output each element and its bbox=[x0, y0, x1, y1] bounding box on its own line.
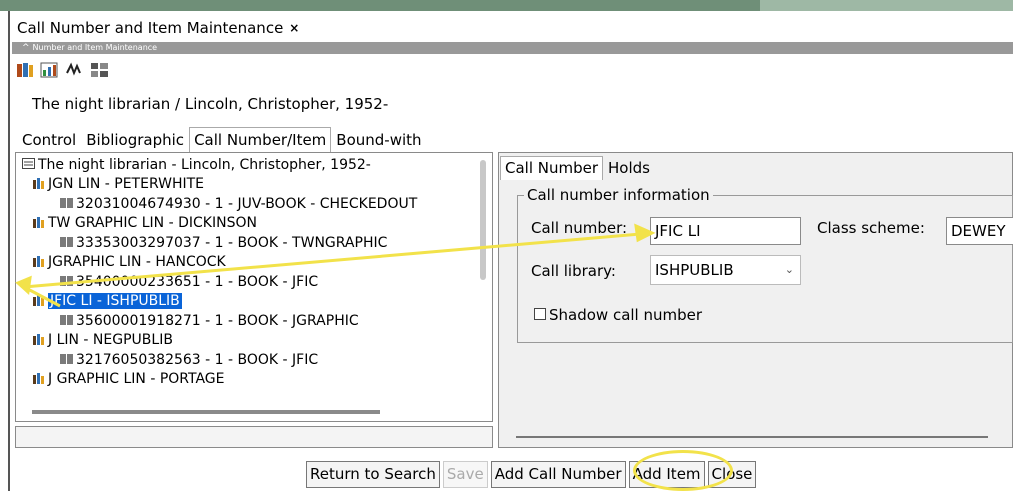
tab-call-number[interactable]: Call Number bbox=[500, 156, 604, 180]
top-strip bbox=[0, 0, 1013, 11]
document-tab-title: Call Number and Item Maintenance bbox=[17, 19, 284, 37]
books-icon bbox=[32, 332, 46, 345]
shadow-call-number[interactable]: Shadow call number bbox=[534, 306, 702, 324]
toolbar bbox=[14, 60, 111, 82]
detail-tab-bar: Call Number Holds bbox=[500, 156, 655, 180]
shadow-label: Shadow call number bbox=[549, 306, 703, 324]
item-node[interactable]: 35400000233651 - 1 - BOOK - JFIC bbox=[60, 273, 318, 292]
tab-control[interactable]: Control bbox=[17, 127, 81, 152]
books-icon bbox=[32, 254, 46, 267]
tree-footer bbox=[15, 426, 493, 448]
tab-bibliographic[interactable]: Bibliographic bbox=[81, 127, 189, 152]
save-button[interactable]: Save bbox=[442, 461, 488, 488]
book-icon[interactable] bbox=[14, 60, 36, 80]
item-node[interactable]: 35600001918271 - 1 - BOOK - JGRAPHIC bbox=[60, 312, 359, 331]
tree-vertical-scrollbar[interactable] bbox=[480, 160, 486, 280]
books-icon bbox=[32, 371, 46, 384]
shadow-checkbox[interactable] bbox=[534, 308, 546, 320]
item-node[interactable]: 33353003297037 - 1 - BOOK - TWNGRAPHIC bbox=[60, 234, 387, 253]
tab-holds[interactable]: Holds bbox=[603, 156, 655, 180]
call-number-label: Call number: bbox=[531, 219, 628, 237]
barcode-icon bbox=[60, 313, 74, 325]
tab-call-number-item[interactable]: Call Number/Item bbox=[189, 127, 332, 152]
holdings-tree-pane: The night librarian - Lincoln, Christoph… bbox=[15, 152, 493, 422]
class-scheme-field[interactable]: DEWEY bbox=[946, 217, 1013, 245]
chart-icon[interactable] bbox=[39, 60, 61, 80]
callnum-node[interactable]: JGN LIN - PETERWHITE bbox=[32, 175, 204, 194]
window-title-bar: ^ Number and Item Maintenance bbox=[12, 42, 1013, 54]
main-tab-bar: Control Bibliographic Call Number/Item B… bbox=[17, 127, 427, 152]
detail-horizontal-scrollbar[interactable] bbox=[516, 436, 988, 438]
add-call-number-button[interactable]: Add Call Number bbox=[490, 461, 626, 488]
tree-horizontal-scrollbar[interactable] bbox=[32, 410, 380, 414]
callnum-node[interactable]: JGRAPHIC LIN - HANCOCK bbox=[32, 253, 226, 272]
item-node[interactable]: 32176050382563 - 1 - BOOK - JFIC bbox=[60, 351, 318, 370]
barcode-icon bbox=[60, 352, 74, 364]
tree-root[interactable]: The night librarian - Lincoln, Christoph… bbox=[22, 156, 371, 175]
add-item-highlight bbox=[633, 450, 733, 491]
grid-icon[interactable] bbox=[89, 60, 111, 80]
callnum-node[interactable]: TW GRAPHIC LIN - DICKINSON bbox=[32, 214, 257, 233]
document-tab[interactable]: Call Number and Item Maintenance × bbox=[12, 13, 299, 43]
call-library-value: ISHPUBLIB bbox=[655, 261, 734, 279]
return-to-search-button[interactable]: Return to Search bbox=[306, 461, 440, 488]
collapse-icon[interactable]: ^ bbox=[22, 43, 30, 53]
item-node[interactable]: 32031004674930 - 1 - JUV-BOOK - CHECKEDO… bbox=[60, 195, 417, 214]
books-icon bbox=[32, 215, 46, 228]
books-icon bbox=[32, 293, 46, 306]
call-library-select[interactable]: ISHPUBLIB ⌄ bbox=[650, 255, 801, 285]
sign-icon[interactable] bbox=[64, 60, 86, 80]
record-icon bbox=[22, 157, 36, 169]
left-border bbox=[8, 11, 10, 491]
callnum-node-selected[interactable]: JFIC LI - ISHPUBLIB bbox=[32, 292, 182, 311]
call-number-field[interactable]: JFIC LI bbox=[650, 217, 801, 245]
window-subtitle: Number and Item Maintenance bbox=[32, 43, 158, 52]
class-scheme-label: Class scheme: bbox=[817, 219, 925, 237]
books-icon bbox=[32, 176, 46, 189]
call-library-label: Call library: bbox=[531, 262, 616, 280]
close-tab-icon[interactable]: × bbox=[289, 21, 299, 35]
callnum-node[interactable]: J GRAPHIC LIN - PORTAGE bbox=[32, 370, 225, 389]
tab-bound-with[interactable]: Bound-with bbox=[331, 127, 426, 152]
record-title: The night librarian / Lincoln, Christoph… bbox=[32, 95, 389, 113]
barcode-icon bbox=[60, 196, 74, 208]
chevron-down-icon: ⌄ bbox=[784, 263, 794, 276]
group-legend: Call number information bbox=[524, 186, 713, 204]
callnum-node[interactable]: J LIN - NEGPUBLIB bbox=[32, 331, 173, 350]
barcode-icon bbox=[60, 274, 74, 286]
barcode-icon bbox=[60, 235, 74, 247]
